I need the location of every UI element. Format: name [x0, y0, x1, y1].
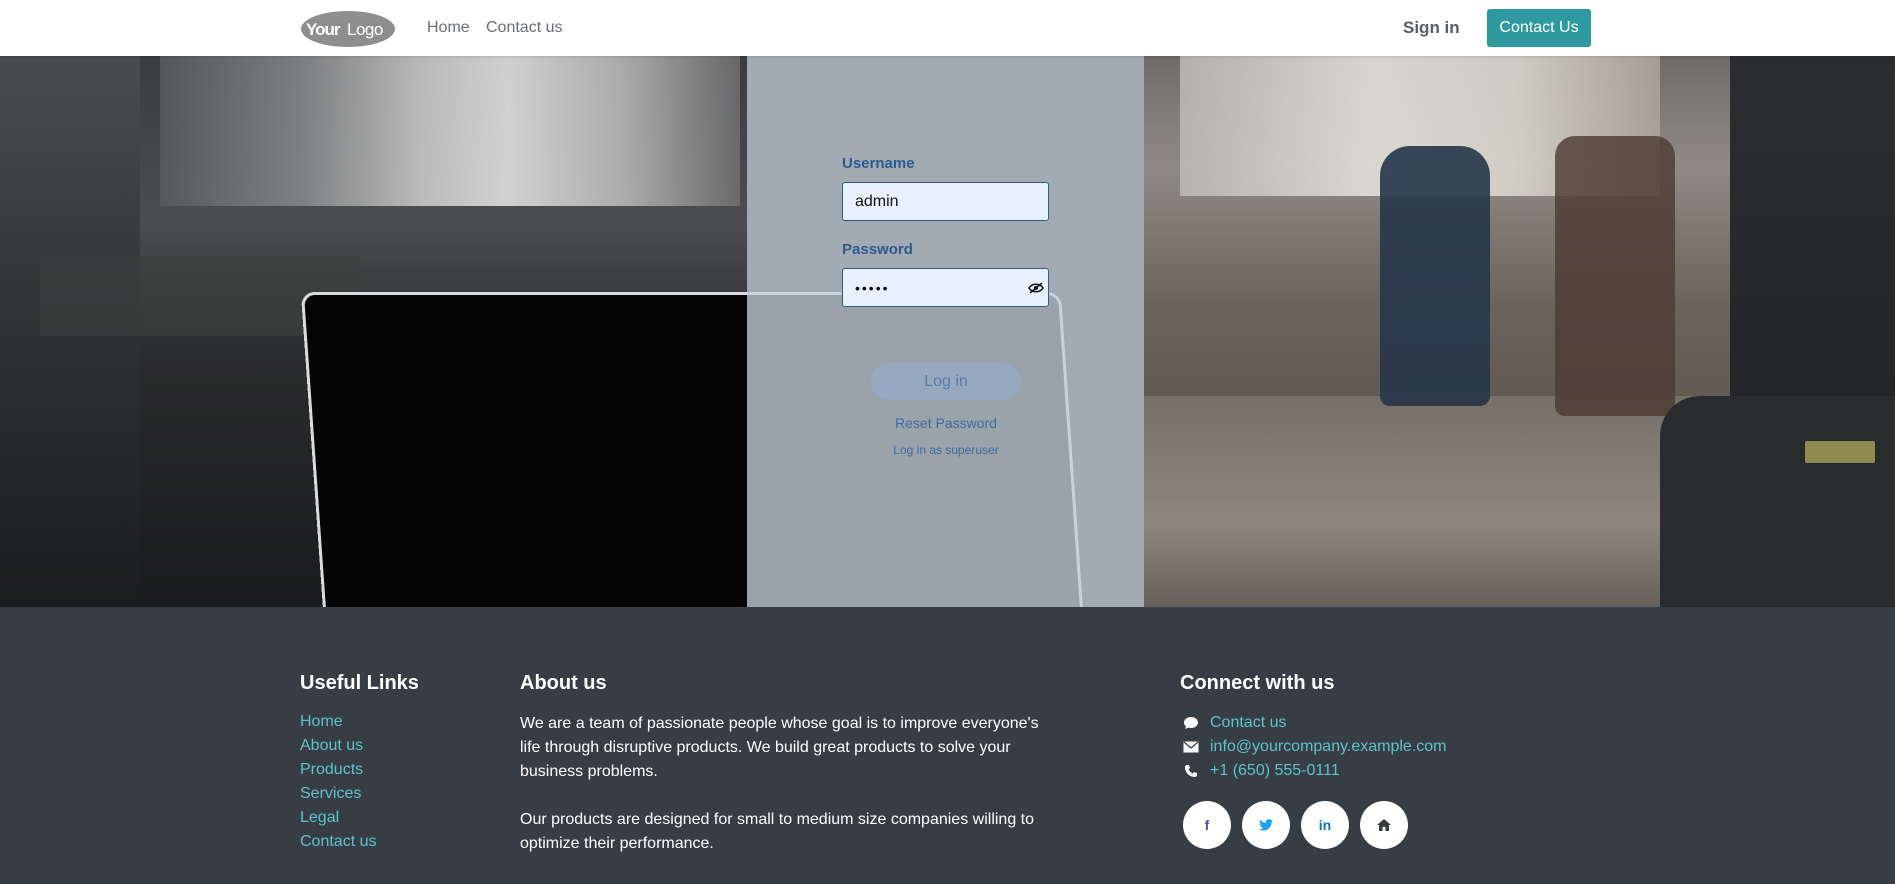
about-us-title: About us	[520, 672, 607, 694]
svg-text:Logo: Logo	[347, 20, 383, 39]
useful-links-list: Home About us Products Services Legal Co…	[300, 713, 376, 857]
hero-background	[0, 56, 1895, 607]
list-item: Home	[300, 713, 376, 737]
connect-email-link[interactable]: info@yourcompany.example.com	[1210, 738, 1447, 756]
footer-link-contact[interactable]: Contact us	[300, 833, 376, 850]
envelope-icon	[1182, 739, 1200, 755]
list-item: Services	[300, 785, 376, 809]
company-logo[interactable]: Your Logo	[300, 10, 396, 48]
login-panel	[747, 56, 1144, 607]
footer-link-home[interactable]: Home	[300, 713, 343, 730]
footer-link-about[interactable]: About us	[300, 737, 363, 754]
svg-text:Your: Your	[306, 20, 341, 39]
nav-contact-link[interactable]: Contact us	[486, 19, 562, 37]
facebook-icon[interactable]: f	[1183, 801, 1231, 849]
list-item: About us	[300, 737, 376, 761]
footer-link-products[interactable]: Products	[300, 761, 363, 778]
connect-contact-link[interactable]: Contact us	[1210, 714, 1286, 732]
background-chair	[1380, 146, 1490, 406]
nav-home-link[interactable]: Home	[427, 19, 470, 37]
connect-phone-row: +1 (650) 555-0111	[1182, 760, 1340, 782]
list-item: Legal	[300, 809, 376, 833]
contact-us-button[interactable]: Contact Us	[1487, 9, 1591, 47]
eye-slash-icon[interactable]	[1028, 282, 1044, 294]
about-paragraph-2: Our products are designed for small to m…	[520, 811, 1035, 852]
footer-link-services[interactable]: Services	[300, 785, 361, 802]
footer-link-legal[interactable]: Legal	[300, 809, 339, 826]
background-phone-screen	[1805, 441, 1875, 463]
about-paragraph-1: We are a team of passionate people whose…	[520, 715, 1039, 780]
login-button[interactable]: Log in	[871, 363, 1021, 400]
list-item: Products	[300, 761, 376, 785]
sign-in-link[interactable]: Sign in	[1403, 18, 1460, 38]
phone-icon	[1182, 763, 1200, 779]
background-chair-2	[1555, 136, 1675, 416]
password-label: Password	[842, 241, 913, 258]
connect-title: Connect with us	[1180, 672, 1335, 694]
connect-email-row: info@yourcompany.example.com	[1182, 736, 1447, 758]
password-input[interactable]: •••••	[842, 268, 1049, 307]
background-windows	[160, 56, 740, 206]
background-desk-phone	[1660, 396, 1895, 607]
connect-phone-link[interactable]: +1 (650) 555-0111	[1210, 762, 1340, 780]
chat-bubble-icon	[1182, 715, 1200, 731]
home-icon[interactable]	[1360, 801, 1408, 849]
useful-links-title: Useful Links	[300, 672, 419, 694]
reset-password-link[interactable]: Reset Password	[870, 415, 1022, 431]
twitter-icon[interactable]	[1242, 801, 1290, 849]
connect-contact-row: Contact us	[1182, 712, 1286, 734]
login-superuser-link[interactable]: Log in as superuser	[870, 443, 1022, 457]
linkedin-icon[interactable]: in	[1301, 801, 1349, 849]
list-item: Contact us	[300, 833, 376, 857]
top-navbar: Your Logo Home Contact us Sign in Contac…	[0, 0, 1895, 56]
username-input[interactable]: admin	[842, 182, 1049, 221]
username-label: Username	[842, 155, 915, 172]
